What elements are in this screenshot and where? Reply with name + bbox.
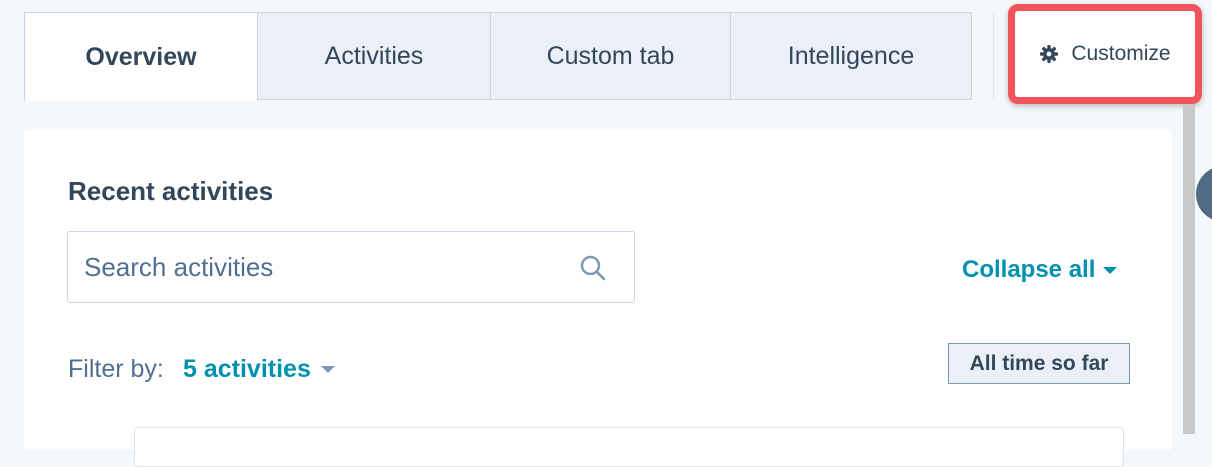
avatar[interactable] <box>1196 166 1212 222</box>
search-icon[interactable] <box>579 254 607 282</box>
tab-intelligence[interactable]: Intelligence <box>731 12 972 100</box>
card-title: Recent activities <box>68 176 274 206</box>
activity-item <box>134 427 1124 467</box>
customize-label: Customize <box>1071 42 1171 65</box>
scrollbar[interactable] <box>1183 104 1195 434</box>
search-box <box>67 231 635 303</box>
time-range-button[interactable]: All time so far <box>948 343 1130 384</box>
tab-divider <box>993 12 994 100</box>
record-tabs: Overview Activities Custom tab Intellige… <box>24 12 972 101</box>
recent-activities-card: Recent activities Collapse all Filter by… <box>24 130 1172 467</box>
tab-custom-tab[interactable]: Custom tab <box>491 12 731 100</box>
filter-activities-dropdown[interactable]: 5 activities <box>183 355 335 384</box>
filter-label: Filter by: <box>68 355 164 383</box>
customize-highlight: Customize <box>1008 4 1202 104</box>
chevron-down-icon <box>320 366 335 373</box>
search-input[interactable] <box>84 232 554 302</box>
collapse-all-dropdown[interactable]: Collapse all <box>962 256 1118 284</box>
customize-button[interactable]: Customize <box>1015 11 1195 97</box>
tab-overview[interactable]: Overview <box>24 12 258 101</box>
gear-icon <box>1039 44 1059 64</box>
collapse-all-label: Collapse all <box>962 256 1096 283</box>
filter-value: 5 activities <box>183 355 311 383</box>
chevron-down-icon <box>1103 266 1118 274</box>
tab-activities[interactable]: Activities <box>258 12 491 100</box>
